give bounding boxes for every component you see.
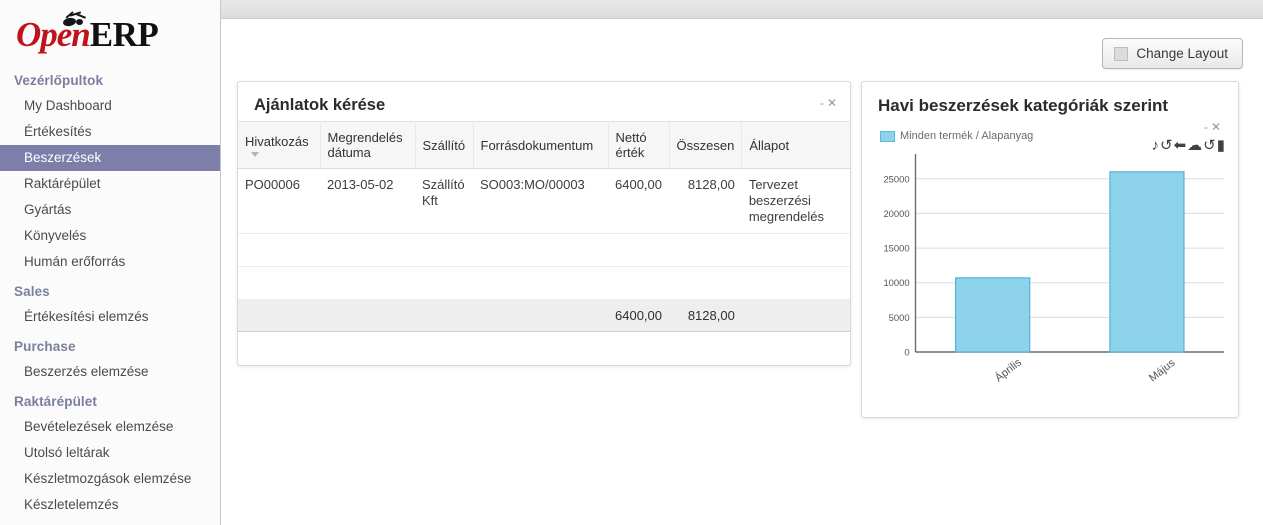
legend-label: Minden termék / Alapanyag <box>900 130 1034 142</box>
logo-erp-text: ERP <box>89 15 159 54</box>
rfq-col-label: Szállító <box>422 137 466 153</box>
rfq-table-head: Hivatkozás Megrendelés dátuma Szállító Forr… <box>238 121 850 169</box>
rfq-cell-state: Tervezet beszerzési megrendelés <box>741 168 850 234</box>
y-tick-label: 0 <box>904 347 909 358</box>
rfq-col-label: Nettó érték <box>615 130 647 160</box>
bar-0[interactable] <box>955 277 1031 353</box>
rfq-col-header-4[interactable]: Nettó érték <box>608 121 670 169</box>
table-row-empty <box>238 266 850 300</box>
rfq-panel-title: Ajánlatok kérése <box>254 96 386 114</box>
top-header-bar <box>220 0 1263 19</box>
rfq-col-header-2[interactable]: Szállító <box>415 121 474 169</box>
table-row-empty <box>238 233 850 267</box>
sidebar-item-k-szletmozg-sok-elemz-se[interactable]: Készletmozgások elemzése <box>0 466 220 492</box>
app-root: Open ERP Vezérlőpultok My Dashboard Értékes… <box>0 0 1263 525</box>
change-layout-label: Change Layout <box>1136 46 1228 61</box>
sidebar-group-4: Könyvelés <box>0 518 220 525</box>
rfq-table: Hivatkozás Megrendelés dátuma Szállító Forr… <box>238 121 850 332</box>
sidebar-group-0: Vezérlőpultok <box>14 73 104 88</box>
rfq-cell-reference: PO00006 <box>238 168 320 234</box>
rfq-cell-source-document: SO003:MO/00003 <box>473 168 608 234</box>
rfq-col-header-0[interactable]: Hivatkozás <box>238 121 321 169</box>
change-layout-button[interactable]: Change Layout <box>1102 38 1243 69</box>
rfq-close-button[interactable]: ✕ <box>827 96 840 110</box>
sidebar-item-utols-lelt-rak[interactable]: Utolsó leltárak <box>0 440 220 466</box>
chart-panel-header: Havi beszerzések kategóriák szerint -✕ <box>862 82 1238 134</box>
rfq-cell-order-date: 2013-05-02 <box>320 168 415 234</box>
rfq-col-header-5[interactable]: Összesen <box>669 121 743 169</box>
sidebar: Open ERP Vezérlőpultok My Dashboard Értékes… <box>0 0 221 525</box>
bar-1[interactable] <box>1109 171 1185 353</box>
rfq-col-header-6[interactable]: Állapot <box>741 121 850 169</box>
layout-grid-icon <box>1114 46 1129 61</box>
rfq-col-label: Forrásdokumentum <box>480 137 594 153</box>
content-toolbar: Change Layout <box>1102 38 1243 69</box>
rfq-cell-net-value: 6400,00 <box>608 168 669 234</box>
sort-descending-icon <box>251 151 259 157</box>
y-tick-label: 5000 <box>889 313 910 324</box>
sidebar-item-k-nyvel-s[interactable]: Könyvelés <box>0 223 220 249</box>
sidebar-item-beszerz-s-elemz-se[interactable]: Beszerzés elemzése <box>0 359 220 385</box>
chart-x-axis-labels: Április Május <box>870 357 1232 413</box>
chart-legend: Minden termék / Alapanyag <box>880 130 1033 142</box>
sidebar-group-2: Purchase <box>14 339 76 354</box>
sidebar-item-beszerz-sek[interactable]: Beszerzések <box>0 145 220 171</box>
legend-swatch <box>880 130 895 142</box>
rfq-col-label: Összesen <box>676 137 735 153</box>
sidebar-item-k-szletelemz-s[interactable]: Készletelemzés <box>0 492 220 518</box>
sidebar-item-rakt-r-p-let[interactable]: Raktárépület <box>0 171 220 197</box>
rfq-table-foot: 6400,00 8128,00 <box>238 299 850 332</box>
rfq-cell-supplier: Szállító Kft <box>415 168 473 234</box>
openerp-logo[interactable]: Open ERP <box>0 0 220 64</box>
rfq-panel-header: Ajánlatok kérése -✕ <box>238 82 850 121</box>
sidebar-item-bev-telez-sek-elemz-se[interactable]: Bevételezések elemzése <box>0 414 220 440</box>
rfq-panel-controls: -✕ <box>820 96 840 110</box>
y-tick-label: 20000 <box>883 209 909 220</box>
chart-panel-title: Havi beszerzések kategóriák szerint <box>878 96 1169 115</box>
rfq-panel: Ajánlatok kérése -✕ Hivatkozás Megrendelé… <box>237 81 851 366</box>
sidebar-group-1: Sales <box>14 284 50 299</box>
rfq-cell-total: 8128,00 <box>669 168 742 234</box>
sidebar-nav: Vezérlőpultok My Dashboard Értékesítés Besz… <box>0 64 220 525</box>
sidebar-item-rt-kes-t-si-elemz-s[interactable]: Értékesítési elemzés <box>0 304 220 330</box>
rfq-col-header-1[interactable]: Megrendelés dátuma <box>320 121 416 169</box>
rfq-header-row: Hivatkozás Megrendelés dátuma Szállító Forr… <box>238 121 850 169</box>
rfq-total-net: 6400,00 <box>608 299 669 332</box>
sidebar-item-hum-n-er-forr-s[interactable]: Humán erőforrás <box>0 249 220 275</box>
rfq-col-label: Állapot <box>749 137 790 153</box>
content-area: Change Layout Ajánlatok kérése -✕ Hivatk… <box>221 19 1263 525</box>
y-tick-label: 25000 <box>883 174 909 185</box>
table-row[interactable]: PO00006 2013-05-02 Szállító Kft SO003:MO/00… <box>238 168 850 234</box>
rfq-minimize-button[interactable]: - <box>820 96 827 110</box>
rfq-total-sum: 8128,00 <box>669 299 742 332</box>
chart-plot: 0 5000 10000 15000 20000 25000 <box>870 150 1232 370</box>
sidebar-item-my-dashboard[interactable]: My Dashboard <box>0 93 220 119</box>
rfq-totals-row: 6400,00 8128,00 <box>238 299 850 332</box>
sidebar-group-3: Raktárépület <box>14 394 97 409</box>
sidebar-item-rt-kes-t-s[interactable]: Értékesítés <box>0 119 220 145</box>
rfq-col-label: Hivatkozás <box>245 133 309 149</box>
rfq-col-header-3[interactable]: Forrásdokumentum <box>473 121 609 169</box>
rfq-table-body: PO00006 2013-05-02 Szállító Kft SO003:MO/00… <box>238 168 850 300</box>
chart-panel: Havi beszerzések kategóriák szerint -✕ M… <box>861 81 1239 418</box>
rfq-col-label: Megrendelés dátuma <box>327 130 403 160</box>
y-tick-label: 15000 <box>883 244 909 255</box>
sidebar-item-gy-rt-s[interactable]: Gyártás <box>0 197 220 223</box>
bar-chart-svg: 0 5000 10000 15000 20000 25000 <box>883 154 1225 359</box>
y-tick-label: 10000 <box>883 278 909 289</box>
chart-container: Minden termék / Alapanyag ♪↺⬅☁↺▮ 0 5000 10… <box>870 130 1232 392</box>
